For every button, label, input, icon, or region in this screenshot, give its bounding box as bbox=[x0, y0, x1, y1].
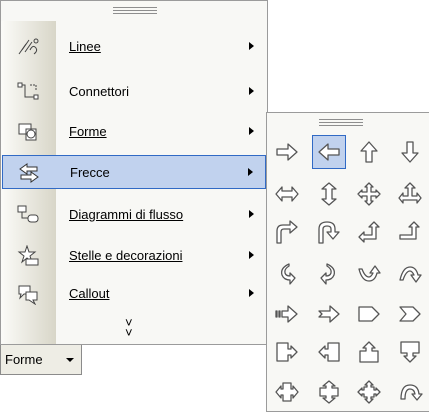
u-turn-arrow-icon[interactable] bbox=[312, 215, 346, 249]
submenu-arrow-icon bbox=[248, 168, 253, 176]
left-right-up-arrow-icon[interactable] bbox=[393, 177, 427, 211]
menu-item-connectors[interactable]: Connettori bbox=[2, 75, 266, 109]
curved-left-arrow-icon[interactable] bbox=[312, 257, 346, 291]
left-arrow-icon[interactable] bbox=[312, 135, 346, 169]
curved-right-arrow-icon[interactable] bbox=[270, 257, 304, 291]
stars-banners-icon bbox=[16, 245, 40, 267]
bent-up-arrow-icon[interactable] bbox=[393, 215, 427, 249]
menu-drag-grip[interactable] bbox=[113, 7, 157, 14]
menu-item-callouts[interactable]: Callout bbox=[2, 277, 266, 311]
chevron-icon[interactable] bbox=[393, 297, 427, 331]
bent-arrow-icon[interactable] bbox=[270, 215, 304, 249]
left-arrow-callout-icon[interactable] bbox=[312, 335, 346, 369]
right-arrow-callout-icon[interactable] bbox=[270, 335, 304, 369]
down-arrow-callout-icon[interactable] bbox=[393, 335, 427, 369]
shapes-dropdown-button[interactable]: Forme bbox=[0, 345, 82, 375]
shapes-button-label: Forme bbox=[5, 352, 43, 367]
submenu-arrow-icon bbox=[249, 87, 254, 95]
menu-item-label: Diagrammi di flusso bbox=[69, 207, 184, 222]
menu-item-label: Frecce bbox=[70, 165, 110, 180]
connectors-icon bbox=[16, 81, 40, 103]
block-arrows-palette bbox=[266, 112, 429, 412]
menu-item-label: Linee bbox=[69, 39, 101, 54]
submenu-arrow-icon bbox=[249, 127, 254, 135]
menu-item-basic-shapes[interactable]: Forme bbox=[2, 115, 266, 149]
left-up-arrow-icon[interactable] bbox=[352, 215, 386, 249]
submenu-arrow-icon bbox=[249, 251, 254, 259]
shapes-menu: Linee Connettori Forme Frecce Diagrammi … bbox=[0, 0, 268, 345]
pentagon-icon[interactable] bbox=[352, 297, 386, 331]
left-right-arrow-callout-icon[interactable] bbox=[270, 375, 304, 409]
menu-item-lines[interactable]: Linee bbox=[2, 30, 266, 64]
quad-arrow-icon[interactable] bbox=[352, 177, 386, 211]
up-arrow-callout-icon[interactable] bbox=[352, 335, 386, 369]
quad-arrow-callout-icon[interactable] bbox=[352, 375, 386, 409]
submenu-arrow-icon bbox=[249, 289, 254, 297]
menu-item-label: Stelle e decorazioni bbox=[69, 248, 183, 263]
submenu-arrow-icon bbox=[249, 42, 254, 50]
block-arrows-icon bbox=[17, 162, 41, 184]
up-down-arrow-icon[interactable] bbox=[312, 177, 346, 211]
left-right-arrow-icon[interactable] bbox=[270, 177, 304, 211]
menu-item-label: Callout bbox=[69, 286, 110, 301]
submenu-arrow-icon bbox=[249, 210, 254, 218]
drawing-toolbar: Forme bbox=[0, 344, 268, 375]
flowchart-icon bbox=[16, 204, 40, 226]
striped-right-arrow-icon[interactable] bbox=[270, 297, 304, 331]
menu-item-label: Connettori bbox=[69, 84, 129, 99]
callout-icon bbox=[16, 283, 40, 305]
right-arrow-icon[interactable] bbox=[270, 135, 304, 169]
up-down-arrow-callout-icon[interactable] bbox=[312, 375, 346, 409]
menu-item-flowchart[interactable]: Diagrammi di flusso bbox=[2, 198, 266, 232]
curved-up-arrow-icon[interactable] bbox=[352, 257, 386, 291]
curved-down-arrow-icon[interactable] bbox=[393, 257, 427, 291]
up-arrow-icon[interactable] bbox=[352, 135, 386, 169]
menu-item-block-arrows[interactable]: Frecce bbox=[2, 155, 266, 189]
expand-menu-chevron-icon[interactable]: ˅ ˅ bbox=[125, 316, 133, 339]
basic-shapes-icon bbox=[16, 121, 40, 143]
dropdown-arrow-icon bbox=[66, 358, 74, 362]
down-arrow-icon[interactable] bbox=[393, 135, 427, 169]
palette-drag-grip[interactable] bbox=[319, 119, 363, 126]
menu-item-label: Forme bbox=[69, 124, 107, 139]
menu-item-stars-banners[interactable]: Stelle e decorazioni bbox=[2, 239, 266, 273]
circular-arrow-icon[interactable] bbox=[393, 375, 427, 409]
notched-right-arrow-icon[interactable] bbox=[312, 297, 346, 331]
lines-icon bbox=[16, 36, 40, 58]
